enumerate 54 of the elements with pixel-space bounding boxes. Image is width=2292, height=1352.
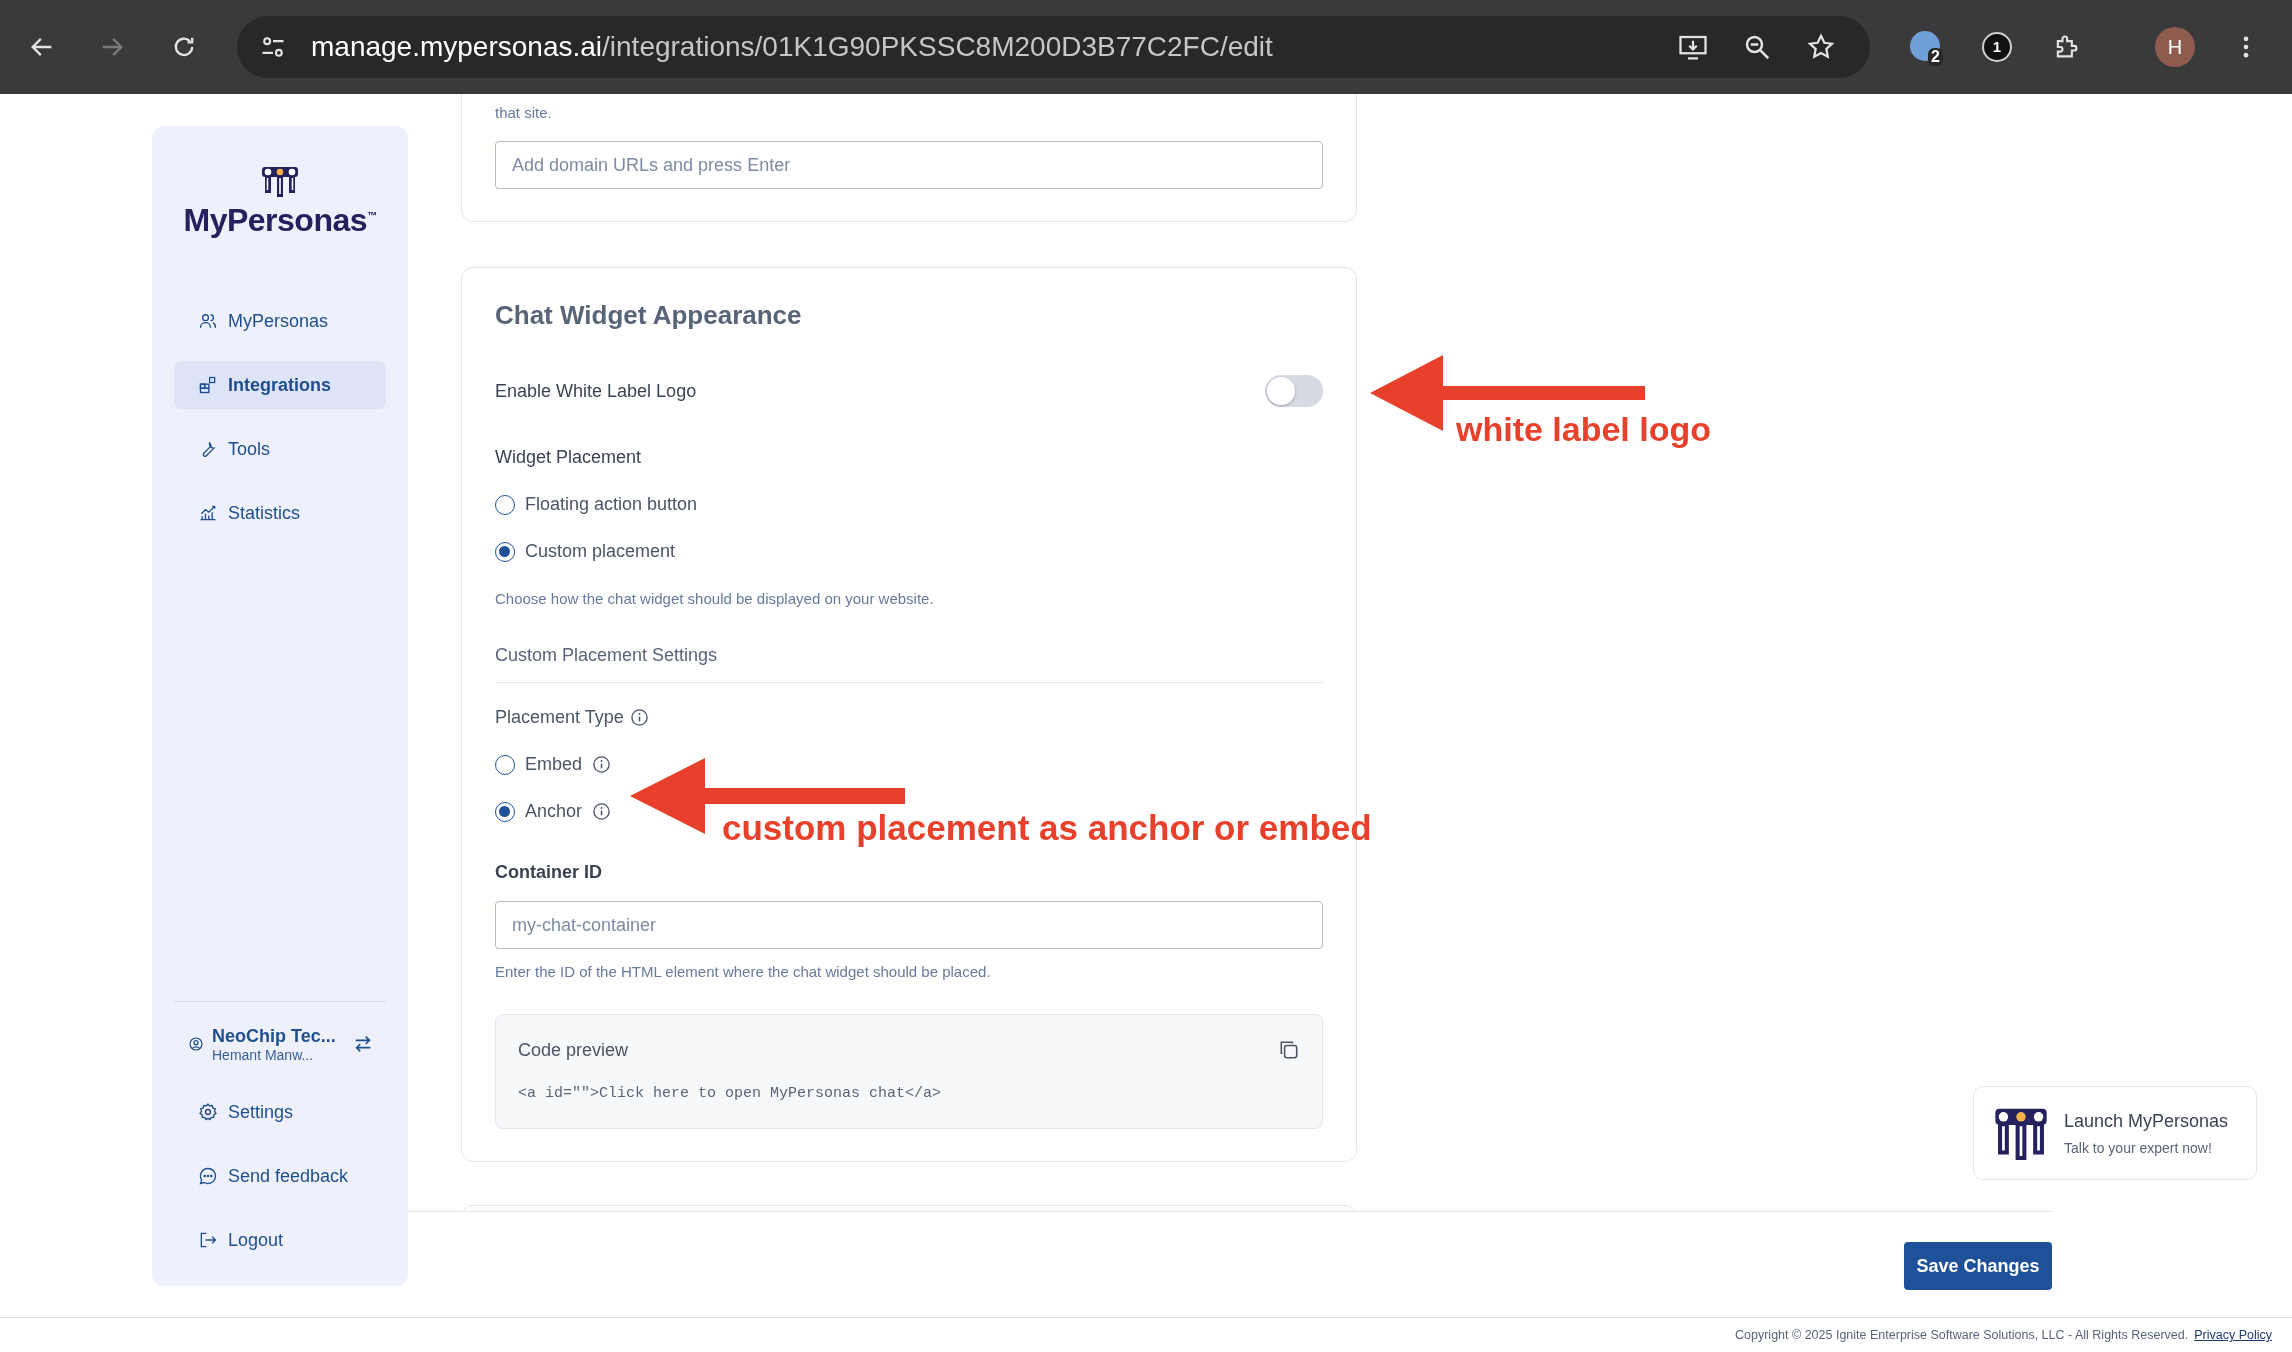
- address-bar[interactable]: manage.mypersonas.ai/integrations/01K1G90PKSSC8M200D3B77C2FC/edit: [237, 16, 1870, 78]
- grid-icon: [198, 375, 218, 395]
- nav-item[interactable]: Integrations: [174, 361, 386, 409]
- copyright-text: Copyright © 2025 Ignite Enterprise Software Solutions, LLC - All Rights Reserved.: [1735, 1328, 2189, 1342]
- helper-text: that site.: [495, 104, 553, 121]
- nav-item[interactable]: Statistics: [174, 489, 386, 537]
- radio-option[interactable]: Custom placement: [495, 541, 1323, 562]
- field-label: Placement Type: [495, 707, 624, 728]
- subsection-title: Custom Placement Settings: [495, 645, 1323, 683]
- account-switcher[interactable]: NeoChip Tec... Hemant Manw...: [174, 1016, 386, 1072]
- settings-icon: [198, 1102, 218, 1122]
- users-icon: [198, 311, 218, 331]
- annotation-text: custom placement as anchor or embed: [722, 808, 1372, 848]
- user-name: Hemant Manw...: [212, 1046, 315, 1063]
- extension-badge: 2: [1928, 48, 1943, 66]
- code-preview-title: Code preview: [518, 1039, 629, 1061]
- info-icon[interactable]: [592, 802, 612, 821]
- privacy-policy-link[interactable]: Privacy Policy: [2194, 1328, 2272, 1342]
- logo-text: MyPersonas$^{™}$: [183, 202, 377, 239]
- nav-item[interactable]: MyPersonas: [174, 297, 386, 345]
- container-id-field[interactable]: my-chat-container: [495, 901, 1323, 949]
- info-icon[interactable]: [629, 708, 649, 727]
- chat-bubble-icon: [198, 1166, 218, 1186]
- domain-input-field[interactable]: Add domain URLs and press Enter: [495, 141, 1323, 189]
- chart-icon: [198, 503, 218, 523]
- url-text: manage.mypersonas.ai/integrations/01K1G90PKSSC8M200D3B77C2FC/edit: [311, 31, 1274, 63]
- launcher-subtitle: Talk to your expert now!: [2064, 1139, 2213, 1156]
- nav-item[interactable]: Logout: [174, 1216, 386, 1264]
- organization-name: NeoChip Tec...: [212, 1025, 337, 1047]
- annotation-text: white label logo: [1456, 410, 1712, 449]
- radio-label[interactable]: Embed: [525, 754, 583, 775]
- save-button[interactable]: Save Changes: [1904, 1242, 2052, 1290]
- copy-icon[interactable]: [1278, 1039, 1300, 1061]
- radio-option[interactable]: Floating action button: [495, 494, 1323, 515]
- section-title: Chat Widget Appearance: [495, 300, 803, 331]
- toggle-switch[interactable]: [1265, 375, 1323, 407]
- profile-avatar[interactable]: H: [2155, 27, 2195, 67]
- radio-label[interactable]: Anchor: [525, 801, 583, 822]
- field-label: Widget Placement: [495, 447, 643, 468]
- nav-item[interactable]: Tools: [174, 425, 386, 473]
- extension-count[interactable]: 1: [1982, 32, 2012, 62]
- extension-icon[interactable]: [1910, 31, 1940, 61]
- field-label: Container ID: [495, 862, 603, 883]
- logout-icon: [198, 1230, 218, 1250]
- user-circle-icon: [188, 1036, 204, 1052]
- info-icon[interactable]: [592, 755, 612, 774]
- helper-text: Choose how the chat widget should be displayed on your website.: [495, 590, 935, 607]
- helper-text: Enter the ID of the HTML element where the chat widget should be placed.: [495, 963, 992, 980]
- nav-item[interactable]: Settings: [174, 1088, 386, 1136]
- chat-launcher[interactable]: Launch MyPersonas Talk to your expert now!: [1973, 1086, 2257, 1180]
- nav-item[interactable]: Send feedback: [174, 1152, 386, 1200]
- toggle-label: Enable White Label Logo: [495, 380, 697, 402]
- launcher-title: Launch MyPersonas: [2064, 1110, 2229, 1132]
- code-snippet: <a id="">Click here to open MyPersonas chat</a>: [518, 1085, 943, 1102]
